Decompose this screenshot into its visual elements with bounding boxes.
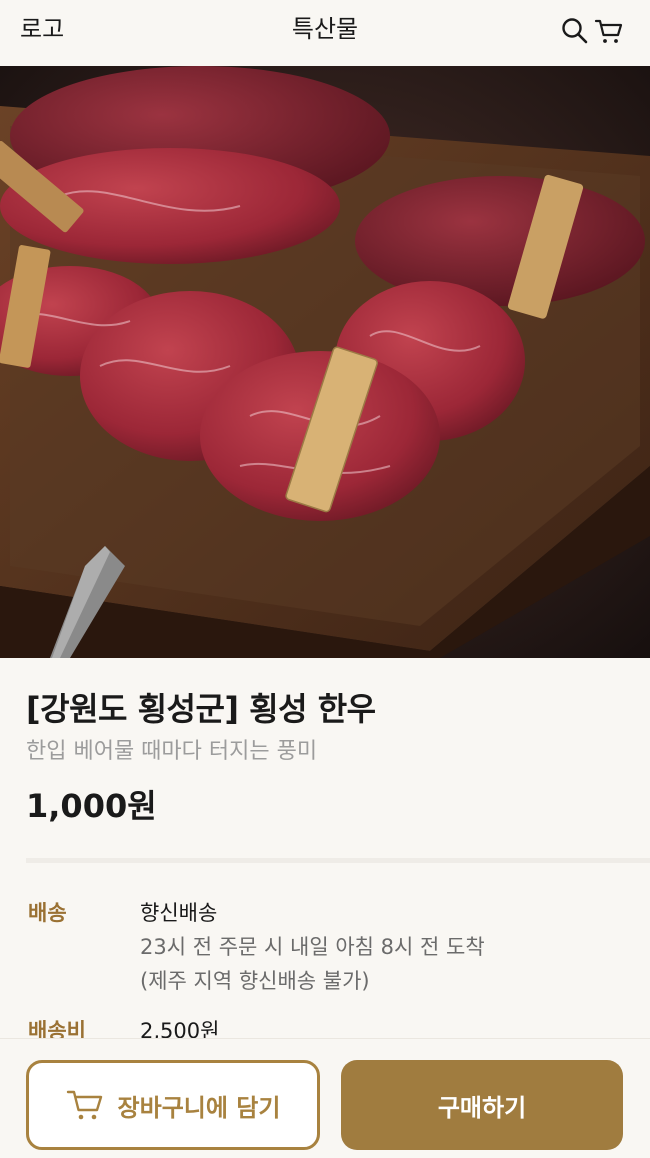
product-subtitle: 한입 베어물 때마다 터지는 풍미 [26, 739, 318, 764]
add-to-cart-label: 장바구니에 담기 [117, 1093, 281, 1122]
product-title: [강원도 횡성군] 횡성 한우 [26, 690, 376, 728]
cart-icon [66, 1090, 102, 1120]
top-header: 로고 특산물 [0, 0, 650, 66]
shipping-method: 향신배송 [140, 901, 218, 925]
shipping-note: (제주 지역 향신배송 불가) [140, 969, 370, 993]
shipping-desc: 23시 전 주문 시 내일 아침 8시 전 도착 [140, 935, 485, 959]
page-title: 특산물 [291, 15, 359, 43]
product-price: 1,000원 [26, 787, 157, 825]
cart-icon[interactable] [594, 16, 624, 46]
product-image [0, 66, 650, 658]
shipping-label: 배송 [28, 901, 67, 925]
add-to-cart-button[interactable]: 장바구니에 담기 [26, 1060, 320, 1150]
search-icon[interactable] [560, 16, 590, 46]
bottom-action-bar: 장바구니에 담기 구매하기 [0, 1038, 650, 1158]
buy-label: 구매하기 [437, 1093, 527, 1122]
divider [26, 858, 650, 863]
buy-button[interactable]: 구매하기 [341, 1060, 623, 1150]
